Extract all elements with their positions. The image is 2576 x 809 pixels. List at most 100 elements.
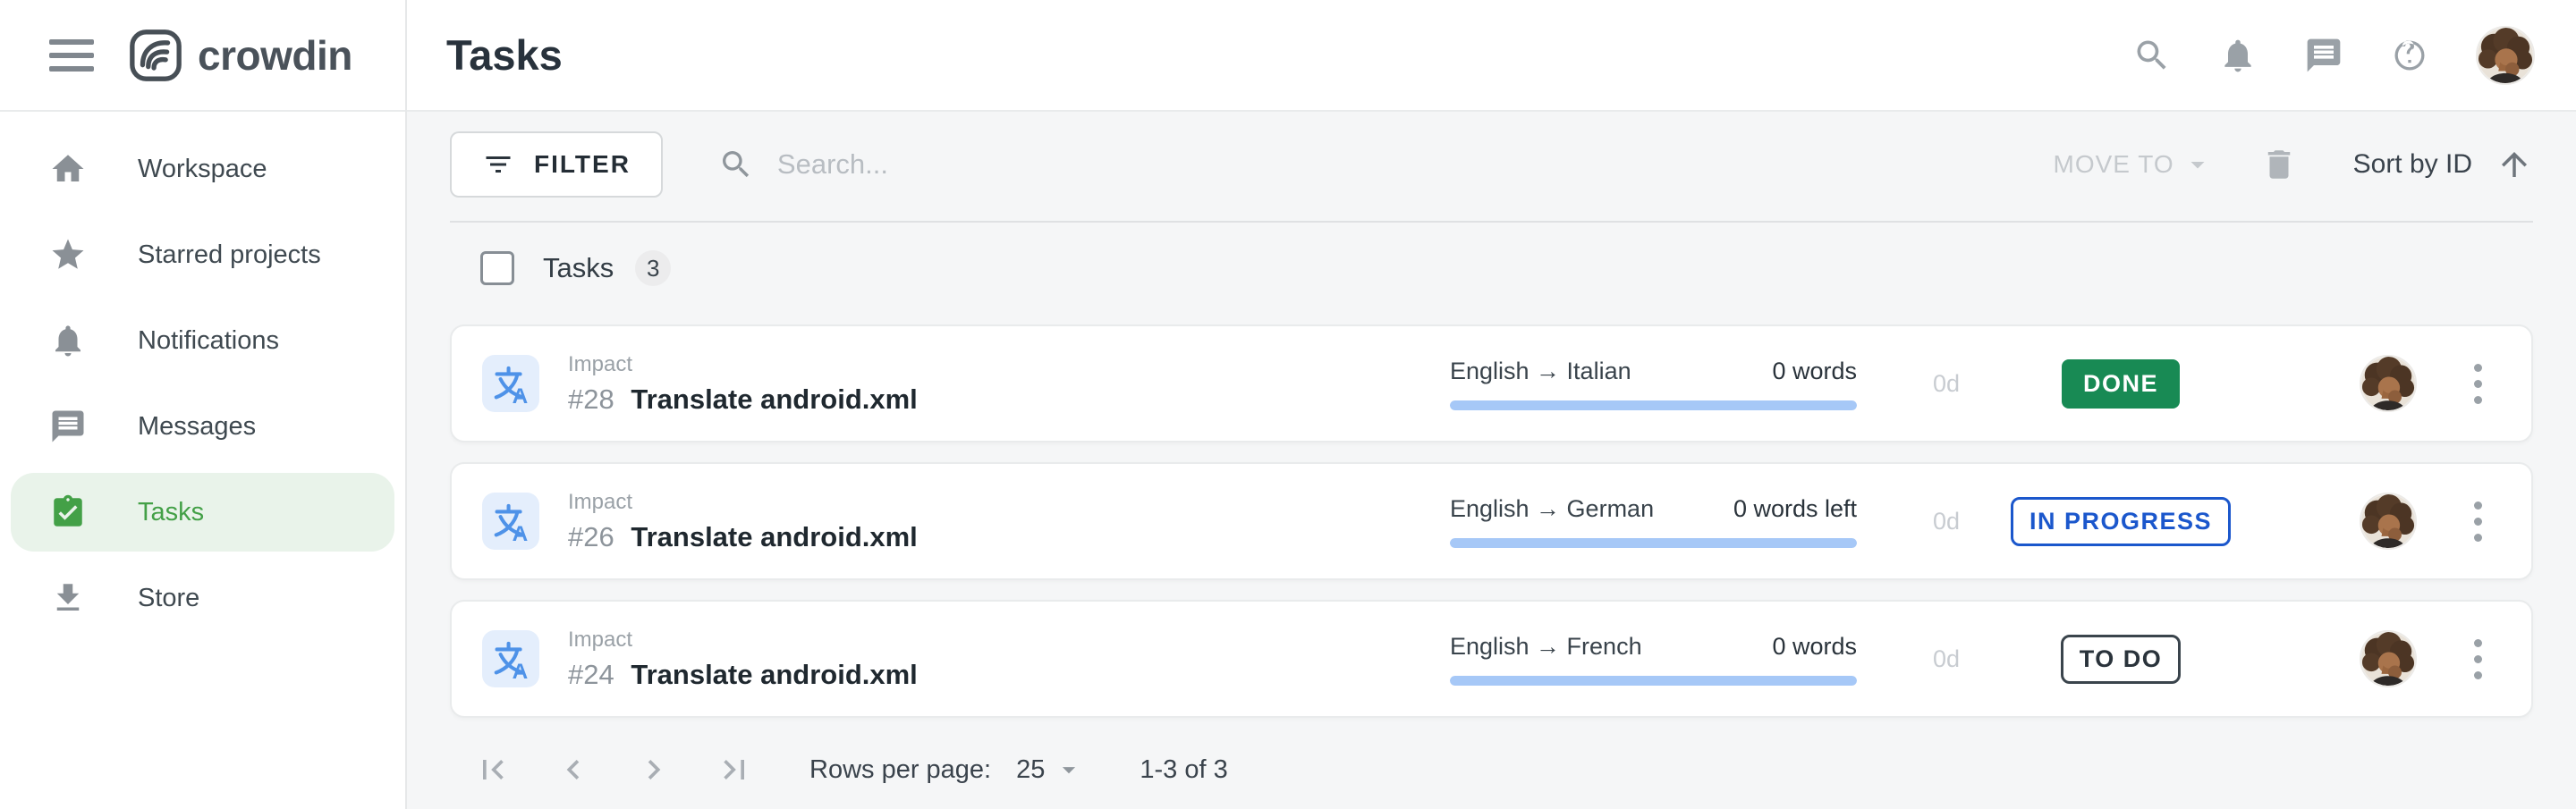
chevron-left-icon bbox=[554, 750, 593, 789]
chevron-down-icon bbox=[2182, 148, 2214, 181]
sidebar-item-label: Starred projects bbox=[138, 240, 321, 270]
task-list: Impact #28 Translate android.xml English… bbox=[450, 324, 2533, 718]
translate-icon bbox=[482, 355, 539, 412]
crowdin-logo[interactable]: crowdin bbox=[128, 28, 352, 83]
translate-icon bbox=[482, 630, 539, 687]
filter-button-label: FILTER bbox=[534, 150, 631, 179]
sidebar-item-starred-projects[interactable]: Starred projects bbox=[11, 215, 394, 294]
toolbar-right: MOVE TO Sort by ID bbox=[2054, 146, 2533, 183]
sidebar-item-notifications[interactable]: Notifications bbox=[11, 301, 394, 380]
sidebar: crowdin Workspace Starred projects Notif… bbox=[0, 0, 407, 809]
sort-by-id-button[interactable]: Sort by ID bbox=[2353, 146, 2533, 183]
delete-button[interactable] bbox=[2260, 146, 2298, 183]
message-icon[interactable] bbox=[2304, 36, 2343, 75]
arrow-up-icon bbox=[2496, 146, 2533, 183]
main-area: Tasks FILTER bbox=[407, 0, 2576, 809]
toolbar: FILTER MOVE TO Sort by ID bbox=[450, 112, 2533, 223]
row-menu-kebab-icon[interactable] bbox=[2460, 496, 2496, 547]
hamburger-menu-icon[interactable] bbox=[49, 39, 94, 72]
sidebar-item-tasks[interactable]: Tasks bbox=[11, 473, 394, 552]
task-row[interactable]: Impact #28 Translate android.xml English… bbox=[450, 324, 2533, 442]
filter-button[interactable]: FILTER bbox=[450, 131, 663, 198]
filter-icon bbox=[482, 148, 514, 181]
progress-bar bbox=[1450, 400, 1857, 410]
sidebar-item-store[interactable]: Store bbox=[11, 559, 394, 637]
list-header: Tasks 3 bbox=[450, 240, 2533, 296]
task-title[interactable]: Translate android.xml bbox=[631, 521, 917, 552]
task-info: Impact #24 Translate android.xml bbox=[568, 628, 1450, 691]
assignee-avatar[interactable] bbox=[2360, 355, 2417, 412]
bell-icon bbox=[49, 322, 87, 359]
task-row[interactable]: Impact #24 Translate android.xml English… bbox=[450, 600, 2533, 718]
status-badge: DONE bbox=[2062, 359, 2180, 409]
previous-page-button[interactable] bbox=[554, 750, 593, 789]
list-header-title: Tasks bbox=[543, 252, 614, 284]
bell-icon[interactable] bbox=[2218, 36, 2258, 75]
app-window: crowdin Workspace Starred projects Notif… bbox=[0, 0, 2576, 809]
next-page-button[interactable] bbox=[634, 750, 674, 789]
sidebar-item-messages[interactable]: Messages bbox=[11, 387, 394, 466]
task-progress-column: English → French 0 words bbox=[1450, 633, 1857, 686]
language-pair: English → Italian bbox=[1450, 358, 1631, 385]
search-box bbox=[718, 147, 1332, 182]
progress-bar-fill bbox=[1450, 538, 1857, 548]
task-project: Impact bbox=[568, 490, 1450, 515]
assignee-avatar[interactable] bbox=[2360, 493, 2417, 550]
topbar-actions bbox=[2132, 26, 2535, 85]
help-icon[interactable] bbox=[2390, 36, 2429, 75]
first-page-icon bbox=[473, 750, 513, 789]
sidebar-item-label: Workspace bbox=[138, 155, 267, 184]
status-column: IN PROGRESS bbox=[2036, 497, 2206, 546]
download-icon bbox=[49, 579, 87, 617]
assignee-avatar[interactable] bbox=[2360, 630, 2417, 687]
task-title[interactable]: Translate android.xml bbox=[631, 659, 917, 690]
progress-bar bbox=[1450, 538, 1857, 548]
days-left: 0d bbox=[1857, 645, 2036, 673]
chevron-right-icon bbox=[634, 750, 674, 789]
task-info: Impact #26 Translate android.xml bbox=[568, 490, 1450, 553]
search-input[interactable] bbox=[777, 148, 1332, 181]
sidebar-item-workspace[interactable]: Workspace bbox=[11, 130, 394, 208]
progress-bar-fill bbox=[1450, 676, 1857, 686]
progress-bar-fill bbox=[1450, 400, 1857, 410]
words-left: 0 words bbox=[1772, 633, 1857, 661]
task-title[interactable]: Translate android.xml bbox=[631, 383, 917, 415]
task-project: Impact bbox=[568, 628, 1450, 653]
days-left: 0d bbox=[1857, 370, 2036, 398]
select-all-checkbox[interactable] bbox=[480, 251, 514, 285]
trash-icon bbox=[2260, 146, 2298, 183]
topbar: Tasks bbox=[407, 0, 2576, 112]
task-count-badge: 3 bbox=[635, 250, 671, 286]
user-avatar[interactable] bbox=[2476, 26, 2535, 85]
days-left: 0d bbox=[1857, 508, 2036, 535]
sidebar-item-label: Messages bbox=[138, 412, 256, 442]
home-icon bbox=[49, 150, 87, 188]
crowdin-logo-icon bbox=[128, 28, 183, 83]
search-icon[interactable] bbox=[2132, 36, 2172, 75]
progress-bar bbox=[1450, 676, 1857, 686]
row-menu-kebab-icon[interactable] bbox=[2460, 634, 2496, 685]
sort-label: Sort by ID bbox=[2353, 149, 2472, 180]
task-title-row: #24 Translate android.xml bbox=[568, 659, 1450, 691]
status-badge: IN PROGRESS bbox=[2011, 497, 2231, 546]
star-icon bbox=[49, 236, 87, 274]
task-id: #24 bbox=[568, 659, 614, 690]
task-title-row: #26 Translate android.xml bbox=[568, 521, 1450, 553]
move-to-dropdown[interactable]: MOVE TO bbox=[2054, 148, 2214, 181]
task-row[interactable]: Impact #26 Translate android.xml English… bbox=[450, 462, 2533, 580]
task-project: Impact bbox=[568, 352, 1450, 377]
first-page-button[interactable] bbox=[473, 750, 513, 789]
last-page-button[interactable] bbox=[715, 750, 754, 789]
row-menu-kebab-icon[interactable] bbox=[2460, 358, 2496, 409]
clipboard-check-icon bbox=[49, 493, 87, 531]
rows-per-page-value: 25 bbox=[1016, 755, 1045, 785]
sidebar-header: crowdin bbox=[0, 0, 405, 112]
language-pair: English → French bbox=[1450, 633, 1642, 661]
page-title: Tasks bbox=[446, 30, 563, 80]
message-icon bbox=[49, 408, 87, 445]
content: FILTER MOVE TO Sort by ID bbox=[407, 112, 2576, 809]
rows-per-page-select[interactable]: 25 bbox=[1016, 754, 1084, 785]
task-info: Impact #28 Translate android.xml bbox=[568, 352, 1450, 416]
words-left: 0 words bbox=[1772, 358, 1857, 385]
sidebar-nav: Workspace Starred projects Notifications… bbox=[0, 112, 405, 637]
